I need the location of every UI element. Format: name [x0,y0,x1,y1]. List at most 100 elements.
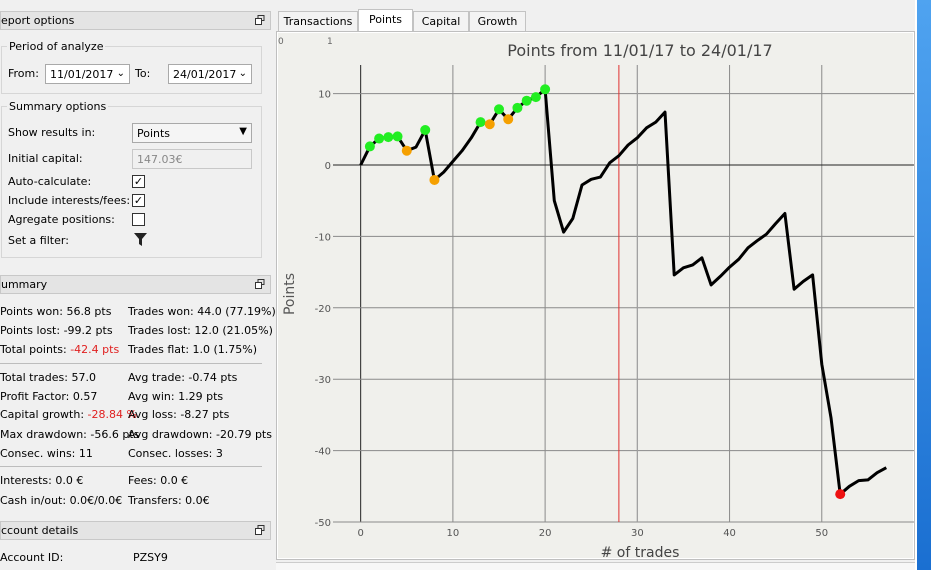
initial-capital-label: Initial capital: [8,152,83,165]
undock-icon[interactable] [255,279,265,289]
y-tick-label: -30 [315,375,331,386]
trade-marker [383,132,394,143]
interests: Interests: 0.0 € [0,474,84,487]
divider [0,363,262,364]
trade-marker [374,133,385,144]
corner-label-0: 0 [278,37,284,47]
capital-growth-label: Capital growth: [0,408,88,421]
to-label: To: [135,67,151,80]
x-tick-label: 20 [539,528,552,539]
avg-win: Avg win: 1.29 pts [128,390,224,403]
trade-marker [835,489,846,500]
aggregate-checkbox[interactable] [132,213,145,226]
y-tick-label: -20 [315,304,331,315]
y-axis-label: Points [282,273,298,315]
trade-marker [503,114,514,125]
aggregate-label: Agregate positions: [8,213,115,226]
from-date-picker[interactable]: 11/01/2017 ⌄ [45,64,130,84]
x-axis-label: # of trades [601,545,680,559]
points-won: Points won: 56.8 pts [0,305,112,318]
trade-marker [401,145,412,156]
summary-header: ummary [0,275,271,294]
consec-wins: Consec. wins: 11 [0,447,93,460]
undock-icon[interactable] [255,525,265,535]
tab-points[interactable]: Points [358,9,413,32]
total-points-value: -42.4 pts [70,343,120,356]
tab-growth[interactable]: Growth [469,11,526,31]
trade-marker [475,117,486,128]
trade-marker [540,84,551,95]
period-legend: Period of analyze [7,40,106,53]
show-results-select[interactable]: Points ▼ [132,123,252,143]
capital-growth: Capital growth: -28.84 % [0,408,137,421]
show-results-label: Show results in: [8,126,96,139]
trade-marker [521,95,532,106]
trade-marker [429,174,440,185]
avg-loss: Avg loss: -8.27 pts [128,408,230,421]
y-tick-label: -10 [315,232,331,243]
summary-title: ummary [1,278,48,291]
trades-lost: Trades lost: 12.0 (21.05%) [128,324,273,337]
to-date-picker[interactable]: 24/01/2017 ⌄ [168,64,252,84]
desktop-edge [917,0,931,570]
fees: Fees: 0.0 € [128,474,189,487]
trade-marker [392,131,403,142]
from-date-value: 11/01/2017 [50,68,114,81]
total-trades: Total trades: 57.0 [0,371,96,384]
report-options-title: eport options [1,14,75,27]
total-points-label: Total points: [0,343,71,356]
trade-marker [512,102,523,113]
cash-in-out: Cash in/out: 0.0€/0.0€ [0,494,123,507]
consec-losses: Consec. losses: 3 [128,447,223,460]
max-drawdown: Max drawdown: -56.6 pts [0,428,140,441]
to-date-value: 24/01/2017 [173,68,237,81]
show-results-value: Points [137,127,171,140]
account-id-value: PZSY9 [133,551,168,564]
undock-icon[interactable] [255,15,265,25]
y-tick-label: 10 [318,90,331,101]
x-tick-label: 50 [815,528,828,539]
chart-title: Points from 11/01/17 to 24/01/17 [507,41,772,60]
include-interests-label: Include interests/fees: [8,194,131,207]
avg-trade: Avg trade: -0.74 pts [128,371,238,384]
corner-label-1: 1 [327,37,333,47]
points-chart[interactable]: 0 1 Points from 11/01/17 to 24/01/17 # o… [277,32,914,559]
tab-capital[interactable]: Capital [413,11,469,31]
trade-marker [530,92,541,103]
from-label: From: [8,67,39,80]
transfers: Transfers: 0.0€ [128,494,210,507]
auto-calculate-label: Auto-calculate: [8,175,92,188]
points-lost: Points lost: -99.2 pts [0,324,113,337]
report-options-header: eport options [0,11,271,30]
chevron-down-icon: ⌄ [238,68,247,79]
total-points: Total points: -42.4 pts [0,343,119,356]
initial-capital-input[interactable]: 147.03€ [132,149,252,169]
bottom-scroll-strip[interactable] [276,562,915,570]
y-tick-label: 0 [325,161,331,172]
dropdown-arrow-icon: ▼ [239,126,247,137]
x-tick-label: 10 [447,528,460,539]
initial-capital-value: 147.03€ [137,153,183,166]
auto-calculate-checkbox[interactable]: ✓ [132,175,145,188]
account-details-header: ccount details [0,521,271,540]
chart-container: 0 1 Points from 11/01/17 to 24/01/17 # o… [276,31,915,560]
divider [0,466,262,467]
trade-marker [420,124,431,135]
filter-icon[interactable] [133,232,148,247]
tab-transactions[interactable]: Transactions [278,11,358,31]
avg-drawdown: Avg drawdown: -20.79 pts [128,428,272,441]
plot-background [278,33,913,558]
trades-flat: Trades flat: 1.0 (1.75%) [128,343,258,356]
account-details-title: ccount details [1,524,79,537]
include-interests-checkbox[interactable]: ✓ [132,194,145,207]
trade-marker [494,104,504,115]
y-tick-label: -40 [315,447,331,458]
profit-factor: Profit Factor: 0.57 [0,390,98,403]
x-tick-label: 0 [357,528,363,539]
trades-won: Trades won: 44.0 (77.19%) [128,305,276,318]
account-id-label: Account ID: [0,551,64,564]
x-tick-label: 30 [631,528,644,539]
chevron-down-icon: ⌄ [116,68,125,79]
x-tick-label: 40 [723,528,736,539]
summary-options-legend: Summary options [7,100,109,113]
